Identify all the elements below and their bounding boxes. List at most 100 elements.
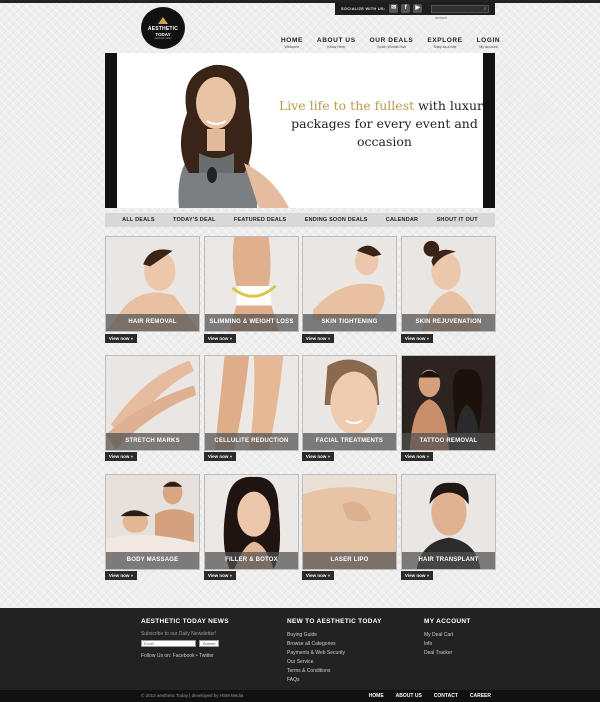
slider-next-arrow-icon[interactable]: › (488, 113, 493, 129)
tile-slimming[interactable]: SLIMMING & WEIGHT LOSS (204, 236, 299, 332)
tile-facial-treatments[interactable]: FACIAL TREATMENTS (302, 355, 397, 451)
nav-explore[interactable]: EXPLORE Easy as a ride (427, 37, 462, 50)
tile-cellulite[interactable]: CELLULITE REDUCTION (204, 355, 299, 451)
slider-prev-arrow-icon[interactable]: ‹ (107, 113, 112, 129)
hero-tagline: Live life to the fullest with luxury pac… (277, 97, 491, 151)
category-todays-deal[interactable]: TODAY'S DEAL (173, 217, 216, 223)
category-all-deals[interactable]: ALL DEALS (122, 217, 155, 223)
nav-login-title: LOGIN (476, 37, 501, 44)
tile-label: BODY MASSAGE (106, 552, 199, 569)
nav-home-sub: Welcome (284, 45, 300, 49)
nav-home[interactable]: HOME Welcome (281, 37, 303, 50)
newsletter-submit-button[interactable]: Submit (199, 640, 219, 647)
view-now-button[interactable]: View now » (204, 571, 236, 580)
nav-explore-sub: Easy as a ride (433, 45, 457, 49)
view-now-button[interactable]: View now » (401, 452, 433, 461)
nav-about-us[interactable]: ABOUT US Know Here (317, 37, 356, 50)
hero-model-image (178, 64, 289, 208)
nav-about-sub: Know Here (327, 45, 346, 49)
hero-slider: ‹ Live life to the fullest with luxury p… (105, 53, 495, 208)
tile-skin-rejuvenation[interactable]: SKIN REJUVENATION (401, 236, 496, 332)
footer-link-terms[interactable]: Terms & Conditions (287, 667, 382, 676)
footer-link-deal-cart[interactable]: My Deal Cart (424, 631, 471, 640)
view-now-button[interactable]: View now » (105, 334, 137, 343)
nav-home-title: HOME (281, 37, 303, 44)
search-icon[interactable]: ⌕ (483, 6, 486, 12)
bottom-links: HOME ABOUT US CONTACT CAREER (357, 693, 491, 699)
footer-link-our-service[interactable]: Our Service (287, 658, 382, 667)
view-now-button[interactable]: View now » (204, 452, 236, 461)
view-now-button[interactable]: View now » (302, 571, 334, 580)
youtube-icon[interactable]: ▶ (413, 4, 423, 13)
site-footer: AESTHETIC TODAY NEWS Subscribe to our Da… (0, 608, 600, 690)
view-now-button[interactable]: View now » (401, 571, 433, 580)
tile-label: SKIN TIGHTENING (303, 314, 396, 331)
tile-label: HAIR REMOVAL (106, 314, 199, 331)
tagline-rest: with luxury (414, 98, 491, 113)
follow-us-text[interactable]: Follow Us on: Facebook • Twitter (141, 653, 229, 659)
nav-our-deals[interactable]: OUR DEALS Touch Worlds Hub (370, 37, 414, 50)
tagline-gold: Live life to the fullest (278, 98, 415, 113)
tile-label: HAIR TRANSPLANT (402, 552, 495, 569)
footer-account-title: MY ACCOUNT (424, 618, 471, 625)
tile-tattoo-removal[interactable]: TATTOO REMOVAL (401, 355, 496, 451)
view-now-button[interactable]: View now » (105, 571, 137, 580)
footer-new-to: NEW TO AESTHETIC TODAY Buying Guide Brow… (287, 618, 382, 685)
view-now-button[interactable]: View now » (302, 334, 334, 343)
tile-skin-tightening[interactable]: SKIN TIGHTENING (302, 236, 397, 332)
view-now-button[interactable]: View now » (302, 452, 334, 461)
bottom-bar: © 2013 aesthetic Today | developed by HS… (0, 690, 600, 702)
tile-label: FILLER & BOTOX (205, 552, 298, 569)
tile-hair-removal[interactable]: HAIR REMOVAL (105, 236, 200, 332)
search-box: ⌕ (431, 4, 490, 20)
footer-link-buying-guide[interactable]: Buying Guide (287, 631, 382, 640)
tile-stretch-marks[interactable]: STRETCH MARKS (105, 355, 200, 451)
category-featured-deals[interactable]: FEATURED DEALS (234, 217, 287, 223)
social-bar: SOCIALIZE WITH US: ✉ f ▶ ⌕ (335, 2, 495, 20)
nav-login[interactable]: LOGIN My account (477, 37, 501, 50)
top-border (0, 0, 600, 3)
footer-link-deal-tracker[interactable]: Deal Tracker (424, 649, 471, 658)
newsletter-email-field[interactable] (141, 640, 196, 647)
tile-hair-transplant[interactable]: HAIR TRANSPLANT (401, 474, 496, 570)
bottom-link-about-us[interactable]: ABOUT US (396, 693, 422, 699)
tile-label: LASER LIPO (303, 552, 396, 569)
site-logo[interactable]: AESTHETIC TODAY aesthetic today (141, 7, 185, 49)
footer-news: AESTHETIC TODAY NEWS Subscribe to our Da… (141, 618, 229, 659)
facebook-icon[interactable]: f (401, 4, 411, 13)
tile-label: STRETCH MARKS (106, 433, 199, 450)
footer-link-browse-categories[interactable]: Browse all Categories (287, 640, 382, 649)
footer-link-faqs[interactable]: FAQs (287, 676, 382, 685)
footer-link-info[interactable]: Info (424, 640, 471, 649)
bottom-link-home[interactable]: HOME (369, 693, 384, 699)
footer-new-to-title: NEW TO AESTHETIC TODAY (287, 618, 382, 625)
tile-label: SLIMMING & WEIGHT LOSS (205, 314, 298, 331)
footer-link-payments[interactable]: Payments & Web Security (287, 649, 382, 658)
view-now-button[interactable]: View now » (204, 334, 236, 343)
tile-laser-lipo[interactable]: LASER LIPO (302, 474, 397, 570)
main-nav: HOME Welcome ABOUT US Know Here OUR DEAL… (281, 37, 500, 50)
social-label: SOCIALIZE WITH US: (341, 6, 386, 11)
category-shout-it-out[interactable]: SHOUT IT OUT (437, 217, 478, 223)
tile-label: TATTOO REMOVAL (402, 433, 495, 450)
newsletter-subtitle: Subscribe to our Daily Newsletter! (141, 631, 217, 637)
tile-label: SKIN REJUVENATION (402, 314, 495, 331)
newsletter-form: Submit (141, 640, 229, 647)
nav-explore-title: EXPLORE (427, 37, 463, 44)
search-input[interactable] (432, 14, 481, 20)
category-calendar[interactable]: CALENDAR (386, 217, 418, 223)
email-icon[interactable]: ✉ (389, 4, 399, 13)
view-now-button[interactable]: View now » (105, 452, 137, 461)
crest-icon (158, 16, 168, 24)
tile-body-massage[interactable]: BODY MASSAGE (105, 474, 200, 570)
nav-deals-sub: Touch Worlds Hub (376, 45, 407, 49)
nav-about-title: ABOUT US (316, 37, 356, 44)
bottom-link-contact[interactable]: CONTACT (434, 693, 458, 699)
tile-label: FACIAL TREATMENTS (303, 433, 396, 450)
nav-deals-title: OUR DEALS (369, 37, 414, 44)
tile-filler-botox[interactable]: FILLER & BOTOX (204, 474, 299, 570)
category-ending-soon[interactable]: ENDING SOON DEALS (305, 217, 368, 223)
view-now-button[interactable]: View now » (401, 334, 433, 343)
bottom-link-career[interactable]: CAREER (470, 693, 491, 699)
logo-line-3: aesthetic today (154, 36, 172, 40)
